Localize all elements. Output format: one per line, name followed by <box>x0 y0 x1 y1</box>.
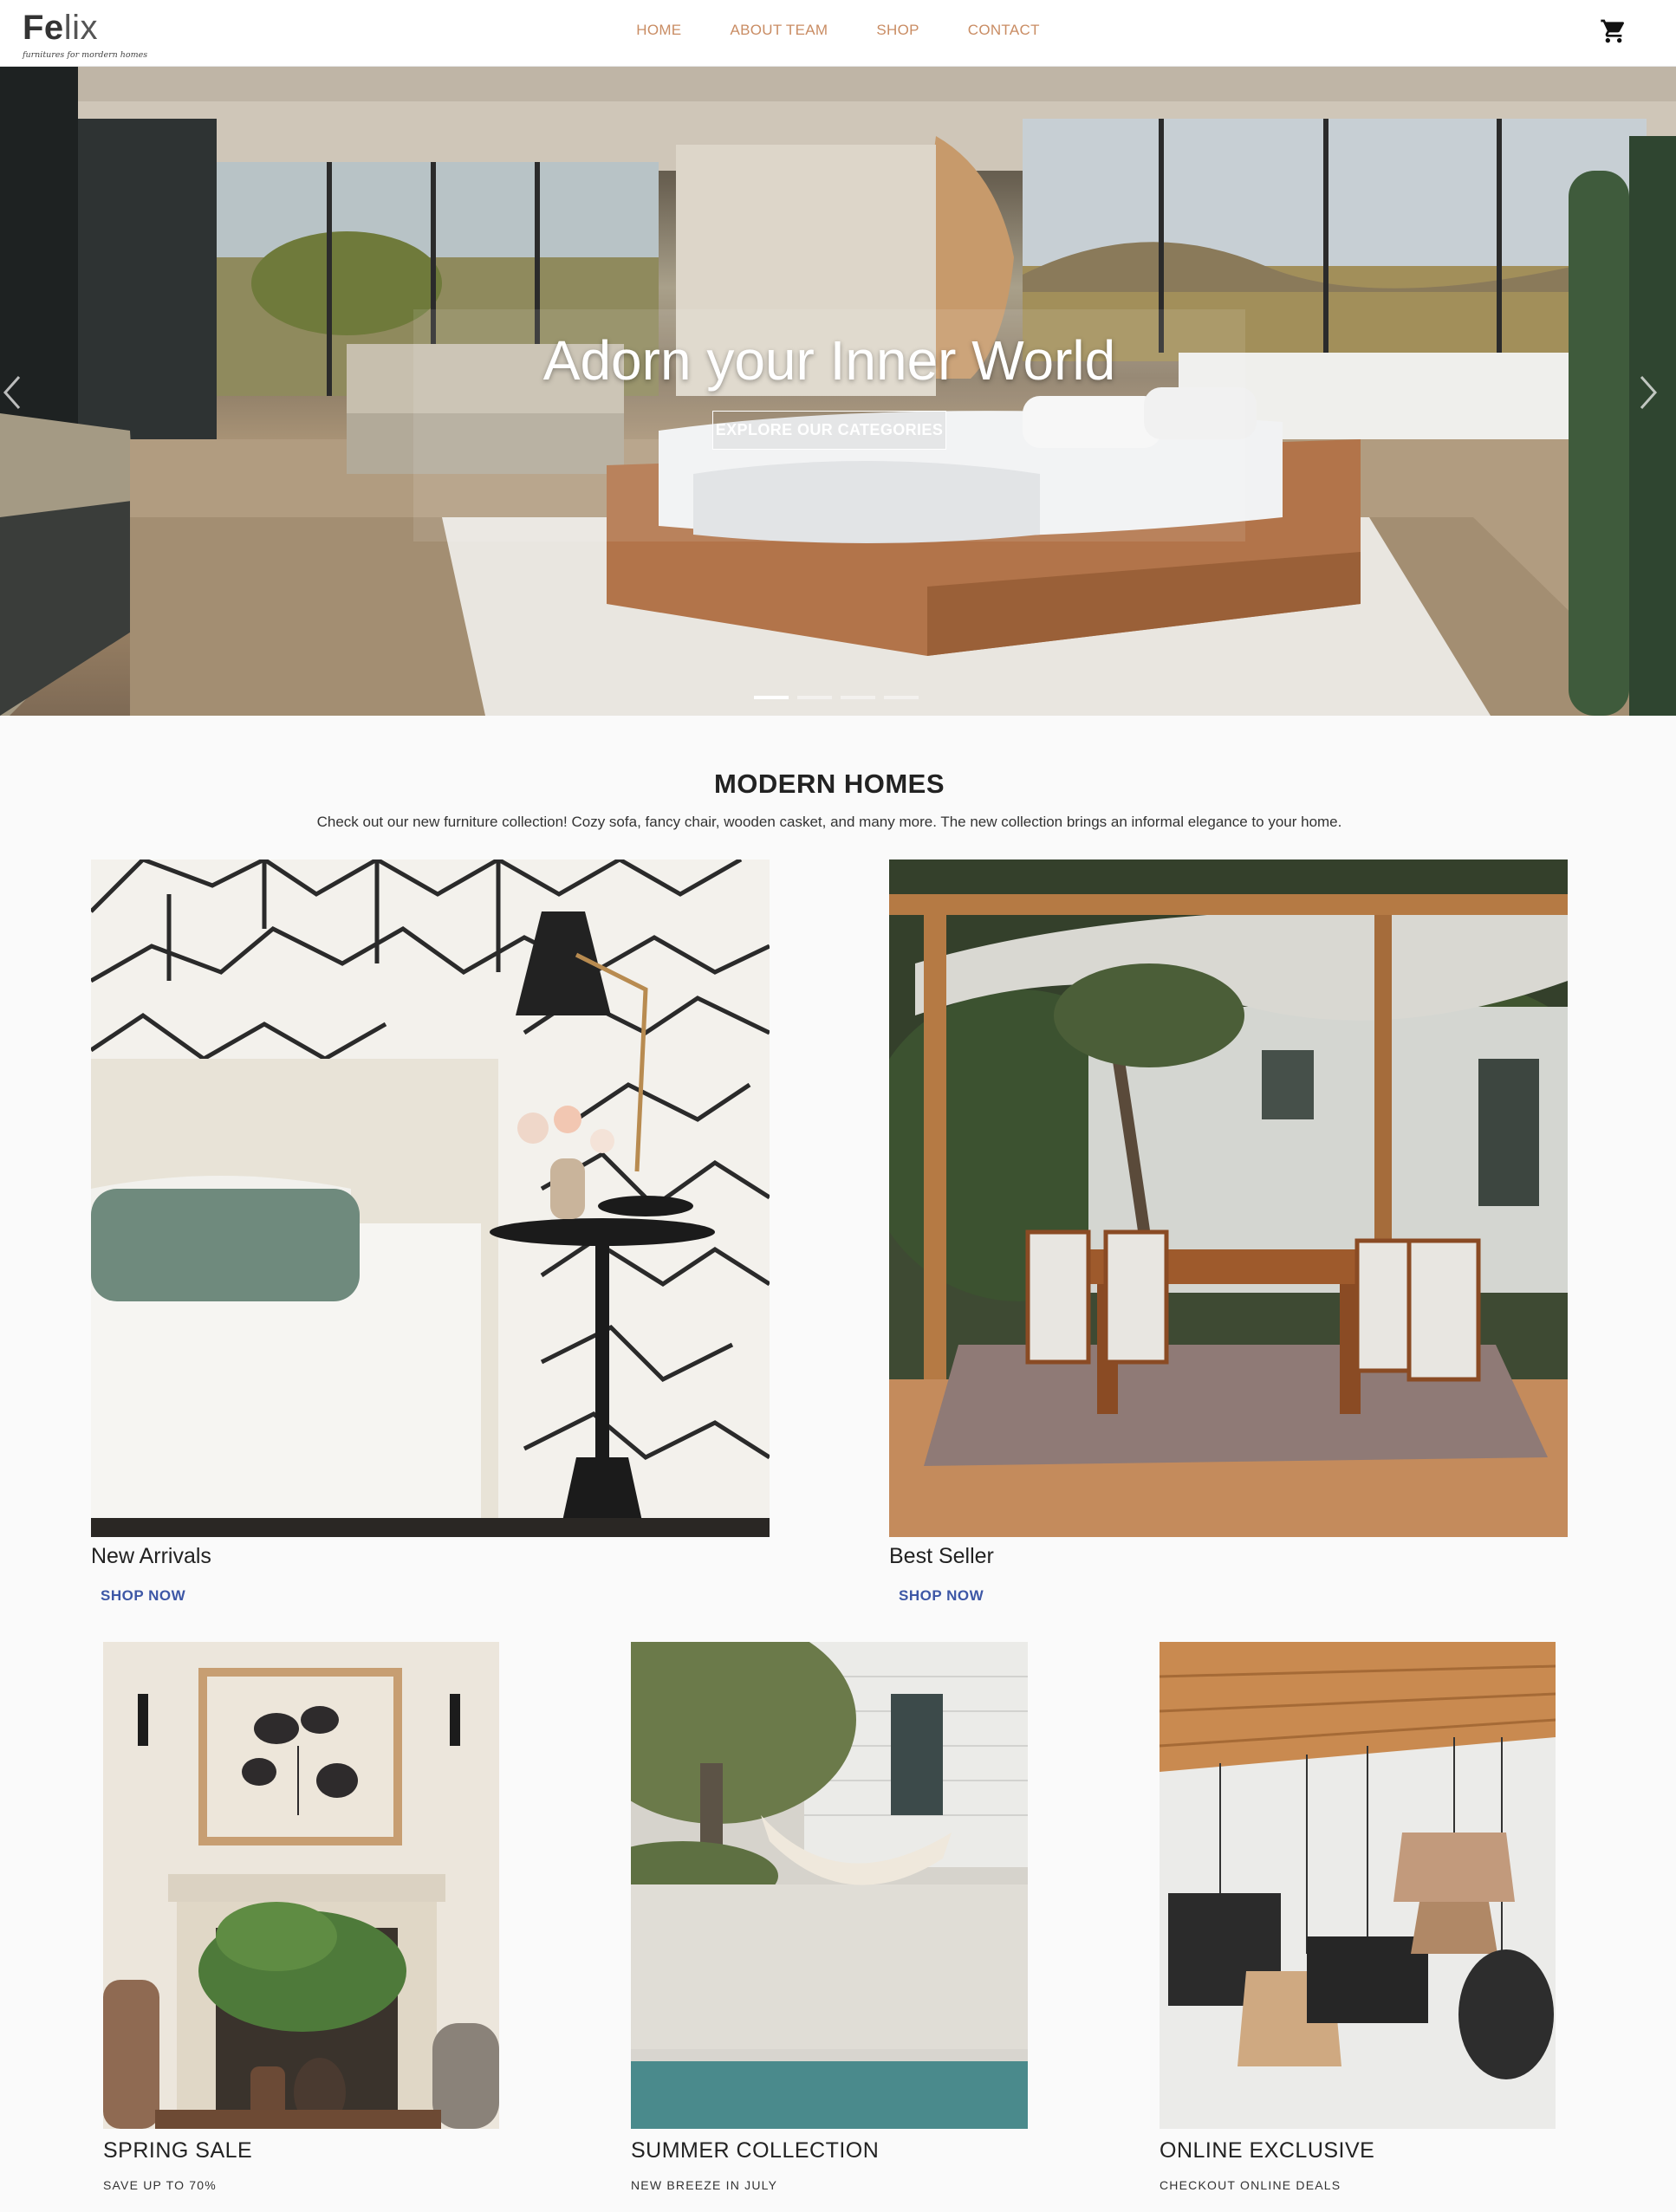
spring-sale-subtitle: SAVE UP TO 70% <box>103 2178 217 2192</box>
nav-about-team[interactable]: ABOUT TEAM <box>730 22 828 39</box>
nav-contact[interactable]: CONTACT <box>968 22 1040 39</box>
new-arrivals-shop-now-link[interactable]: SHOP NOW <box>101 1587 185 1605</box>
explore-categories-button[interactable]: EXPLORE OUR CATEGORIES <box>712 411 946 450</box>
summer-collection-subtitle: NEW BREEZE IN JULY <box>631 2178 778 2192</box>
spring-sale-title: SPRING SALE <box>103 2138 253 2163</box>
carousel-dot-4[interactable] <box>884 696 919 699</box>
shopping-cart-icon[interactable] <box>1600 17 1627 45</box>
online-exclusive-subtitle: CHECKOUT ONLINE DEALS <box>1160 2178 1341 2192</box>
new-arrivals-image[interactable] <box>91 860 770 1537</box>
carousel-prev-icon[interactable] <box>2 373 23 412</box>
spring-sale-image[interactable] <box>103 1642 499 2129</box>
new-arrivals-title: New Arrivals <box>91 1544 211 1568</box>
carousel-indicators <box>754 696 919 699</box>
summer-collection-image[interactable] <box>631 1642 1028 2129</box>
best-seller-shop-now-link[interactable]: SHOP NOW <box>899 1587 984 1605</box>
best-seller-title: Best Seller <box>889 1544 994 1568</box>
summer-collection-title: SUMMER COLLECTION <box>631 2138 880 2163</box>
hero-carousel: Adorn your Inner World EXPLORE OUR CATEG… <box>0 67 1676 716</box>
nav-shop[interactable]: SHOP <box>876 22 919 39</box>
carousel-dot-1[interactable] <box>754 696 789 699</box>
hero-title: Adorn your Inner World <box>542 329 1116 392</box>
top-navbar: Felix furnitures for mordern homes HOME … <box>0 0 1676 67</box>
nav-home[interactable]: HOME <box>636 22 681 39</box>
online-exclusive-title: ONLINE EXCLUSIVE <box>1160 2138 1375 2163</box>
best-seller-image[interactable] <box>889 860 1568 1537</box>
carousel-dot-3[interactable] <box>841 696 875 699</box>
carousel-next-icon[interactable] <box>1638 373 1659 412</box>
online-exclusive-image[interactable] <box>1160 1642 1556 2129</box>
main-menu: HOME ABOUT TEAM SHOP CONTACT <box>0 0 1676 61</box>
carousel-dot-2[interactable] <box>797 696 832 699</box>
section-description: Check out our new furniture collection! … <box>316 814 1342 830</box>
section-title: MODERN HOMES <box>713 769 945 799</box>
